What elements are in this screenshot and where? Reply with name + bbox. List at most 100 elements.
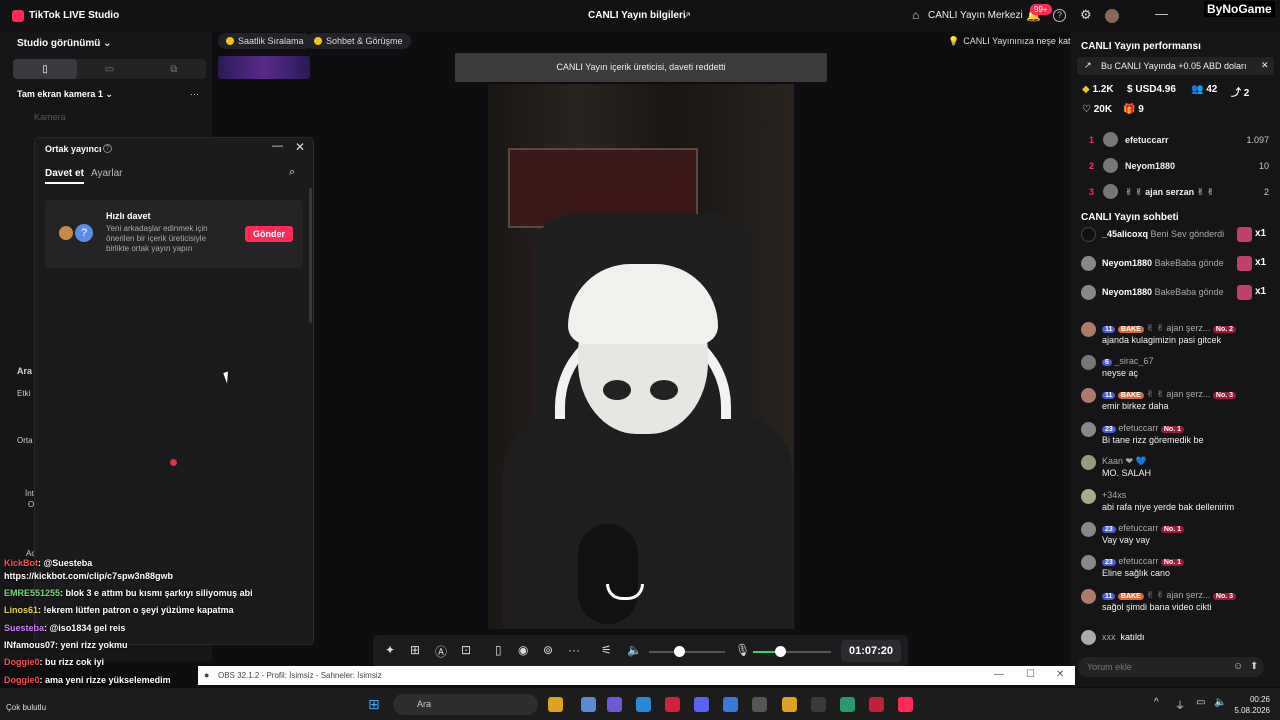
steam-icon[interactable] — [752, 697, 767, 712]
network-icon[interactable]: ⏚ — [1175, 697, 1185, 712]
effects-icon[interactable]: ⊞ — [410, 643, 420, 657]
live-video-preview[interactable] — [488, 84, 794, 629]
obs-icon[interactable] — [811, 697, 826, 712]
taskbar-search[interactable]: Ara — [393, 694, 538, 715]
app-icon[interactable] — [840, 697, 855, 712]
volume-knob[interactable] — [674, 646, 686, 657]
more-icon[interactable]: ··· — [568, 643, 580, 657]
chat-meet-pill[interactable]: Sohbet & Görüşme — [306, 33, 411, 49]
chat-text: neyse aç — [1102, 368, 1139, 378]
scene-camera-label[interactable]: Tam ekran kamera 1 ⌄ — [17, 89, 113, 100]
ranking-row[interactable]: 2 Neyom1880 10 — [1081, 157, 1271, 177]
teams-icon[interactable] — [607, 697, 622, 712]
join-live-pill[interactable]: 💡 CANLI Yayınınıza neşe katın — [940, 33, 1086, 49]
overlay-text: yeni rizz yokmu — [60, 640, 128, 650]
overlay-chat-line: https://kickbot.com/clip/c7spw3n88gwb — [4, 571, 173, 581]
chat-username[interactable]: ✌ ✌ ajan şerz... — [1146, 323, 1210, 333]
tab-invite[interactable]: Davet et — [45, 168, 84, 184]
emoji-icon[interactable]: ☺ — [1233, 661, 1243, 672]
overlay-username: Linos61 — [4, 605, 39, 615]
rank-badge: No. 2 — [1212, 326, 1237, 333]
ranking-row[interactable]: 1 efetuccarr 1.097 — [1081, 131, 1271, 151]
camera-settings-icon[interactable]: ⊚ — [543, 643, 553, 657]
volume-slider[interactable] — [649, 651, 725, 653]
discord-icon[interactable] — [694, 697, 709, 712]
layout-icon[interactable]: ⧉ — [142, 59, 206, 79]
live-center-link[interactable]: CANLI Yayın Merkezi — [928, 10, 1023, 21]
portrait-icon[interactable]: ▯ — [13, 59, 78, 79]
windows-start-icon[interactable]: ⊞ — [368, 696, 380, 713]
interaction-tool[interactable]: İnt — [25, 489, 34, 498]
minimize-icon[interactable]: — — [994, 669, 1004, 680]
landscape-icon[interactable]: ▭ — [77, 59, 141, 79]
speaker-icon[interactable]: 🔈 — [627, 643, 642, 657]
cohost-tool[interactable]: Orta — [17, 436, 33, 445]
chat-text: abi rafa niye yerde bak dellenirim — [1102, 502, 1235, 512]
opera-icon[interactable] — [665, 697, 680, 712]
gift-message[interactable]: Neyom1880 BakeBaba gönde x1 — [1081, 284, 1276, 302]
youtube-icon[interactable] — [869, 697, 884, 712]
gift-message[interactable]: Neyom1880 BakeBaba gönde x1 — [1081, 255, 1276, 273]
tiktok-icon[interactable] — [898, 697, 913, 712]
chat-username[interactable]: efetuccarr — [1118, 523, 1158, 533]
gift-icon: 🎁 — [1123, 104, 1136, 115]
fan-badge: BAKE — [1117, 593, 1144, 600]
chrome-icon[interactable] — [548, 697, 563, 712]
chat-username[interactable]: efetuccarr — [1118, 556, 1158, 566]
effects-label[interactable]: Etki — [17, 389, 30, 398]
chrome-icon[interactable] — [782, 697, 797, 712]
chat-username[interactable]: ✌ ✌ ajan şerz... — [1146, 590, 1210, 600]
close-icon[interactable]: ✕ — [1261, 60, 1269, 71]
volume-icon[interactable]: 🔈 — [1214, 697, 1226, 708]
chat-username[interactable]: ✌ ✌ ajan şerz... — [1146, 389, 1210, 399]
taskbar-clock[interactable]: 00:26 5.08.2026 — [1232, 694, 1270, 716]
record-icon[interactable]: ◉ — [518, 643, 528, 657]
tab-settings[interactable]: Ayarlar — [91, 168, 123, 179]
home-icon[interactable]: ⌂ — [912, 8, 919, 22]
screen-add-icon[interactable]: ⊡ — [461, 643, 471, 657]
fan-badge: BAKE — [1117, 392, 1144, 399]
scrollbar[interactable] — [309, 188, 312, 323]
avatar[interactable] — [1105, 9, 1119, 23]
event-banner[interactable] — [218, 56, 310, 79]
weather-text[interactable]: Çok bulutlu — [6, 703, 46, 712]
camera-source[interactable]: Kamera — [34, 112, 66, 122]
hourly-ranking-pill[interactable]: Saatlik Sıralama — [218, 33, 312, 49]
overlay-username: Doggie0 — [4, 657, 40, 667]
minimize-icon[interactable]: — — [1155, 6, 1168, 21]
close-icon[interactable]: ✕ — [295, 140, 305, 154]
mic-knob[interactable] — [775, 646, 787, 657]
help-icon[interactable]: ? — [1053, 9, 1066, 22]
minimize-icon[interactable]: — — [272, 140, 283, 152]
phone-icon[interactable]: ▯ — [495, 643, 502, 657]
gift-message[interactable]: _45alicoxq Beni Sev gönderdi x1 — [1081, 226, 1276, 244]
more-icon[interactable]: ··· — [190, 89, 199, 99]
file-explorer-icon[interactable] — [581, 697, 596, 712]
chat-username[interactable]: +34xs — [1102, 490, 1126, 500]
store-icon[interactable] — [723, 697, 738, 712]
monitor-icon[interactable]: ▭ — [1196, 697, 1205, 708]
magic-icon[interactable]: ✦ — [385, 643, 395, 657]
chat-username[interactable]: efetuccarr — [1118, 423, 1158, 433]
share-icon[interactable]: ↗ — [682, 9, 691, 22]
avatar — [1081, 522, 1096, 537]
send-button[interactable]: Gönder — [245, 226, 293, 242]
ai-icon[interactable]: Ⓐ — [435, 643, 447, 660]
ranking-row[interactable]: 3 ✌ ✌ ajan serzan ✌ ✌ 2 — [1081, 183, 1271, 203]
maximize-icon[interactable]: ☐ — [1026, 669, 1035, 680]
studio-view-dropdown[interactable]: Studio görünümü ⌄ — [17, 38, 111, 49]
help-icon[interactable]: ? — [103, 144, 112, 153]
microphone-icon[interactable]: 🎙 — [735, 643, 750, 657]
chat-username[interactable]: Kaan ❤ 💙 — [1102, 456, 1147, 466]
sliders-icon[interactable]: ⚟ — [601, 643, 612, 657]
send-icon[interactable]: ⬆ — [1250, 661, 1258, 672]
search-icon[interactable]: ⌕ — [289, 166, 295, 179]
close-icon[interactable]: ✕ — [1056, 669, 1064, 680]
gear-icon[interactable]: ⚙ — [1080, 7, 1092, 23]
live-info-title[interactable]: CANLI Yayın bilgileri — [588, 10, 686, 21]
toast-message: CANLI Yayın içerik üreticisi, daveti red… — [455, 53, 827, 82]
chat-meta: 11 BAKE ✌ ✌ ajan şerz... No. 3 — [1102, 389, 1277, 400]
chat-username[interactable]: _sirac_67 — [1114, 356, 1153, 366]
chevron-up-icon[interactable]: ^ — [1154, 697, 1159, 708]
edge-icon[interactable] — [636, 697, 651, 712]
